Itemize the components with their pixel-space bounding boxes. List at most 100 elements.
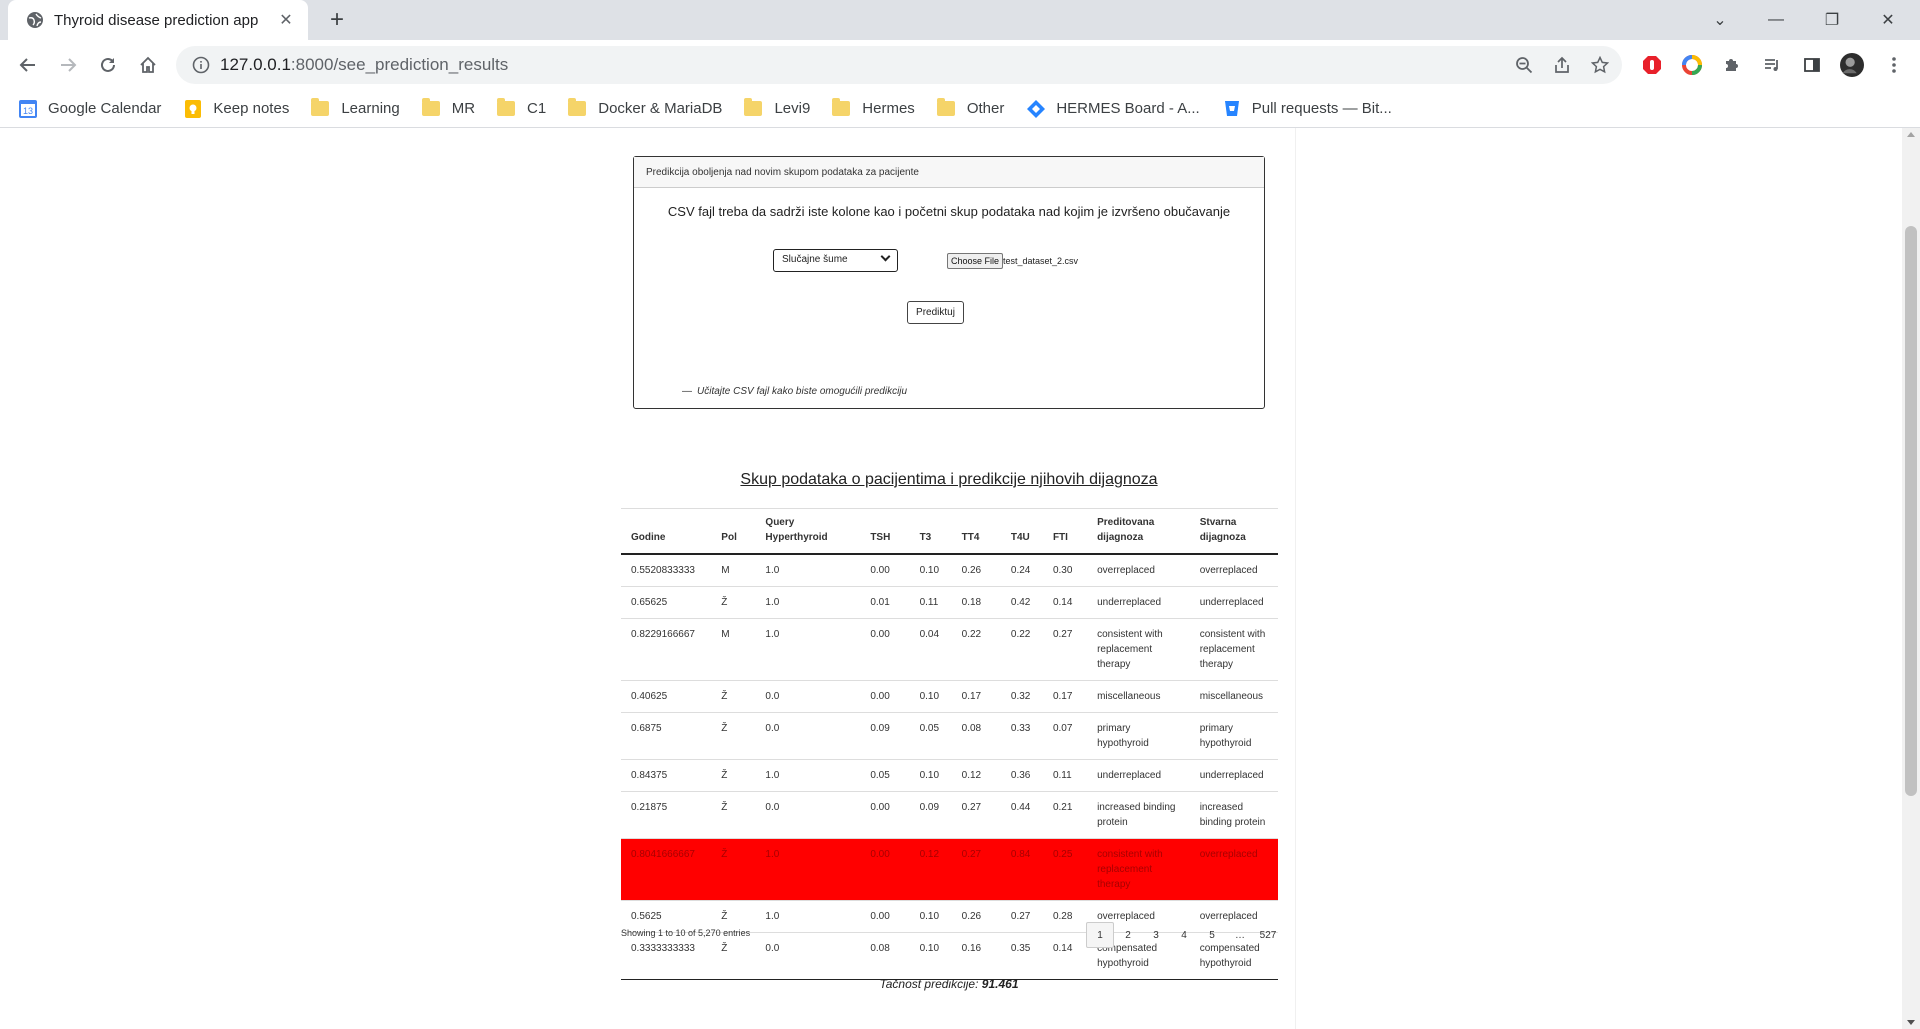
tab-title: Thyroid disease prediction app: [54, 11, 259, 29]
scroll-down-icon[interactable]: [1907, 1020, 1915, 1025]
cell-t3: 0.05: [909, 712, 952, 760]
share-icon[interactable]: [1550, 54, 1574, 76]
home-icon: [140, 56, 156, 73]
cell-t3: 0.09: [909, 791, 952, 839]
info-icon[interactable]: [192, 56, 210, 74]
cell-godine: 0.40625: [621, 680, 712, 713]
media-queue-icon[interactable]: [1760, 53, 1784, 77]
tab-search-icon[interactable]: ⌄: [1692, 0, 1748, 40]
scroll-up-icon[interactable]: [1907, 132, 1915, 137]
cell-pred: overreplaced: [1087, 554, 1190, 587]
cell-fti: 0.11: [1042, 759, 1088, 792]
cell-pol: Ž: [711, 791, 756, 839]
cell-t3: 0.12: [909, 838, 952, 901]
page-scrollbar[interactable]: [1902, 128, 1920, 1029]
scrollbar-thumb[interactable]: [1905, 226, 1917, 796]
folder-icon: [421, 98, 442, 118]
cell-tsh: 0.09: [860, 712, 910, 760]
arrow-left-icon: [19, 58, 35, 72]
page-button[interactable]: 527: [1254, 922, 1282, 948]
home-button[interactable]: [136, 53, 160, 77]
cell-fti: 0.28: [1042, 900, 1088, 933]
table-row: 0.8041666667 Ž 1.0 0.00 0.12 0.27 0.84 0.25 cons…: [621, 838, 1278, 901]
puzzle-icon[interactable]: [1720, 53, 1744, 77]
page-button[interactable]: 1: [1086, 922, 1114, 948]
close-tab-icon[interactable]: ✕: [276, 10, 296, 30]
menu-kebab-icon[interactable]: [1882, 53, 1906, 77]
cell-t4u: 0.44: [1000, 791, 1043, 839]
bookmark-other[interactable]: Other: [936, 98, 1004, 118]
new-tab-button[interactable]: +: [324, 8, 350, 34]
cell-tsh: 0.01: [860, 586, 910, 619]
predict-button[interactable]: Prediktuj: [907, 301, 964, 324]
cell-t3: 0.10: [909, 554, 952, 587]
chevron-down-icon: [880, 251, 891, 262]
cell-actual: underreplaced: [1189, 759, 1278, 792]
col-fti[interactable]: FTI: [1042, 508, 1088, 555]
reload-button[interactable]: [96, 53, 120, 77]
bookmark-levi9[interactable]: Levi9: [744, 98, 810, 118]
cell-t3: 0.04: [909, 618, 952, 681]
cell-tsh: 0.08: [860, 932, 910, 980]
page-button[interactable]: 2: [1114, 922, 1142, 948]
upload-description: CSV fajl treba da sadrži iste kolone kao…: [667, 204, 1231, 219]
side-panel-icon[interactable]: [1800, 53, 1824, 77]
folder-icon: [311, 98, 331, 118]
upload-hint: — Učitajte CSV fajl kako biste omogućili …: [682, 386, 907, 397]
cell-t4u: 0.42: [1000, 586, 1043, 619]
page-button[interactable]: 3: [1142, 922, 1170, 948]
star-icon[interactable]: [1588, 54, 1612, 76]
cell-pol: Ž: [711, 838, 756, 901]
col-pol[interactable]: Pol: [711, 508, 756, 555]
cell-query: 0.0: [755, 932, 861, 980]
col-predicted-diagnosis[interactable]: Preditovana dijagnoza: [1087, 508, 1190, 555]
cell-pred: consistent with replacement therapy: [1087, 838, 1190, 901]
bookmark-hermes[interactable]: Hermes: [832, 98, 915, 118]
cell-query: 0.0: [755, 680, 861, 713]
bookmark-google-calendar[interactable]: 13 Google Calendar: [18, 99, 161, 118]
minimize-button[interactable]: —: [1748, 0, 1804, 40]
folder-icon: [936, 98, 957, 118]
back-button[interactable]: [16, 53, 40, 77]
bookmark-c1[interactable]: C1: [497, 98, 546, 118]
page-button[interactable]: 5: [1198, 922, 1226, 948]
choose-file-button[interactable]: Choose File: [947, 253, 1004, 269]
zoom-out-icon[interactable]: [1512, 54, 1536, 76]
cell-pred: primary hypothyroid: [1087, 712, 1190, 760]
color-extension-icon[interactable]: [1680, 53, 1704, 77]
bookmark-docker-mariadb[interactable]: Docker & MariaDB: [568, 98, 722, 118]
cell-t3: 0.10: [909, 900, 952, 933]
avatar[interactable]: [1840, 53, 1864, 77]
results-table: Godine Pol Query Hyperthyroid TSH T3 TT4…: [621, 508, 1278, 980]
cell-t4u: 0.33: [1000, 712, 1043, 760]
col-godine[interactable]: Godine: [621, 508, 712, 555]
bookmark-pull-requests[interactable]: Pull requests — Bit...: [1222, 100, 1392, 118]
bookmark-hermes-board[interactable]: HERMES Board - A...: [1026, 99, 1200, 118]
bookmark-learning[interactable]: Learning: [311, 98, 400, 118]
page-button[interactable]: 4: [1170, 922, 1198, 948]
col-t3[interactable]: T3: [909, 508, 952, 555]
cell-godine: 0.84375: [621, 759, 712, 792]
globe-icon: [27, 12, 43, 28]
browser-tab[interactable]: Thyroid disease prediction app ✕: [8, 0, 308, 40]
restore-button[interactable]: ❐: [1804, 0, 1860, 40]
col-query-hyperthyroid[interactable]: Query Hyperthyroid: [755, 508, 861, 555]
table-row: 0.5520833333 M 1.0 0.00 0.10 0.26 0.24 0.30 over…: [621, 554, 1278, 587]
address-bar[interactable]: 127.0.0.1:8000/see_prediction_results: [176, 46, 1622, 84]
cell-tsh: 0.00: [860, 900, 910, 933]
arrow-right-icon: [61, 58, 77, 72]
page-viewport: Predikcija obolјenja nad novim skupom po…: [0, 128, 1902, 1029]
adblock-extension-icon[interactable]: [1640, 53, 1664, 77]
close-window-button[interactable]: ✕: [1860, 0, 1916, 40]
cell-t4u: 0.36: [1000, 759, 1043, 792]
model-select[interactable]: Slučajne šume: [773, 249, 898, 272]
cell-fti: 0.14: [1042, 932, 1088, 980]
col-tt4[interactable]: TT4: [951, 508, 1001, 555]
forward-button[interactable]: [56, 53, 80, 77]
bookmark-keep-notes[interactable]: Keep notes: [183, 99, 289, 118]
upload-card-header: Predikcija obolјenja nad novim skupom po…: [634, 157, 1264, 188]
bookmark-mr[interactable]: MR: [421, 98, 475, 118]
col-actual-diagnosis[interactable]: Stvarna dijagnoza: [1189, 508, 1278, 555]
col-t4u[interactable]: T4U: [1000, 508, 1043, 555]
col-tsh[interactable]: TSH: [860, 508, 910, 555]
